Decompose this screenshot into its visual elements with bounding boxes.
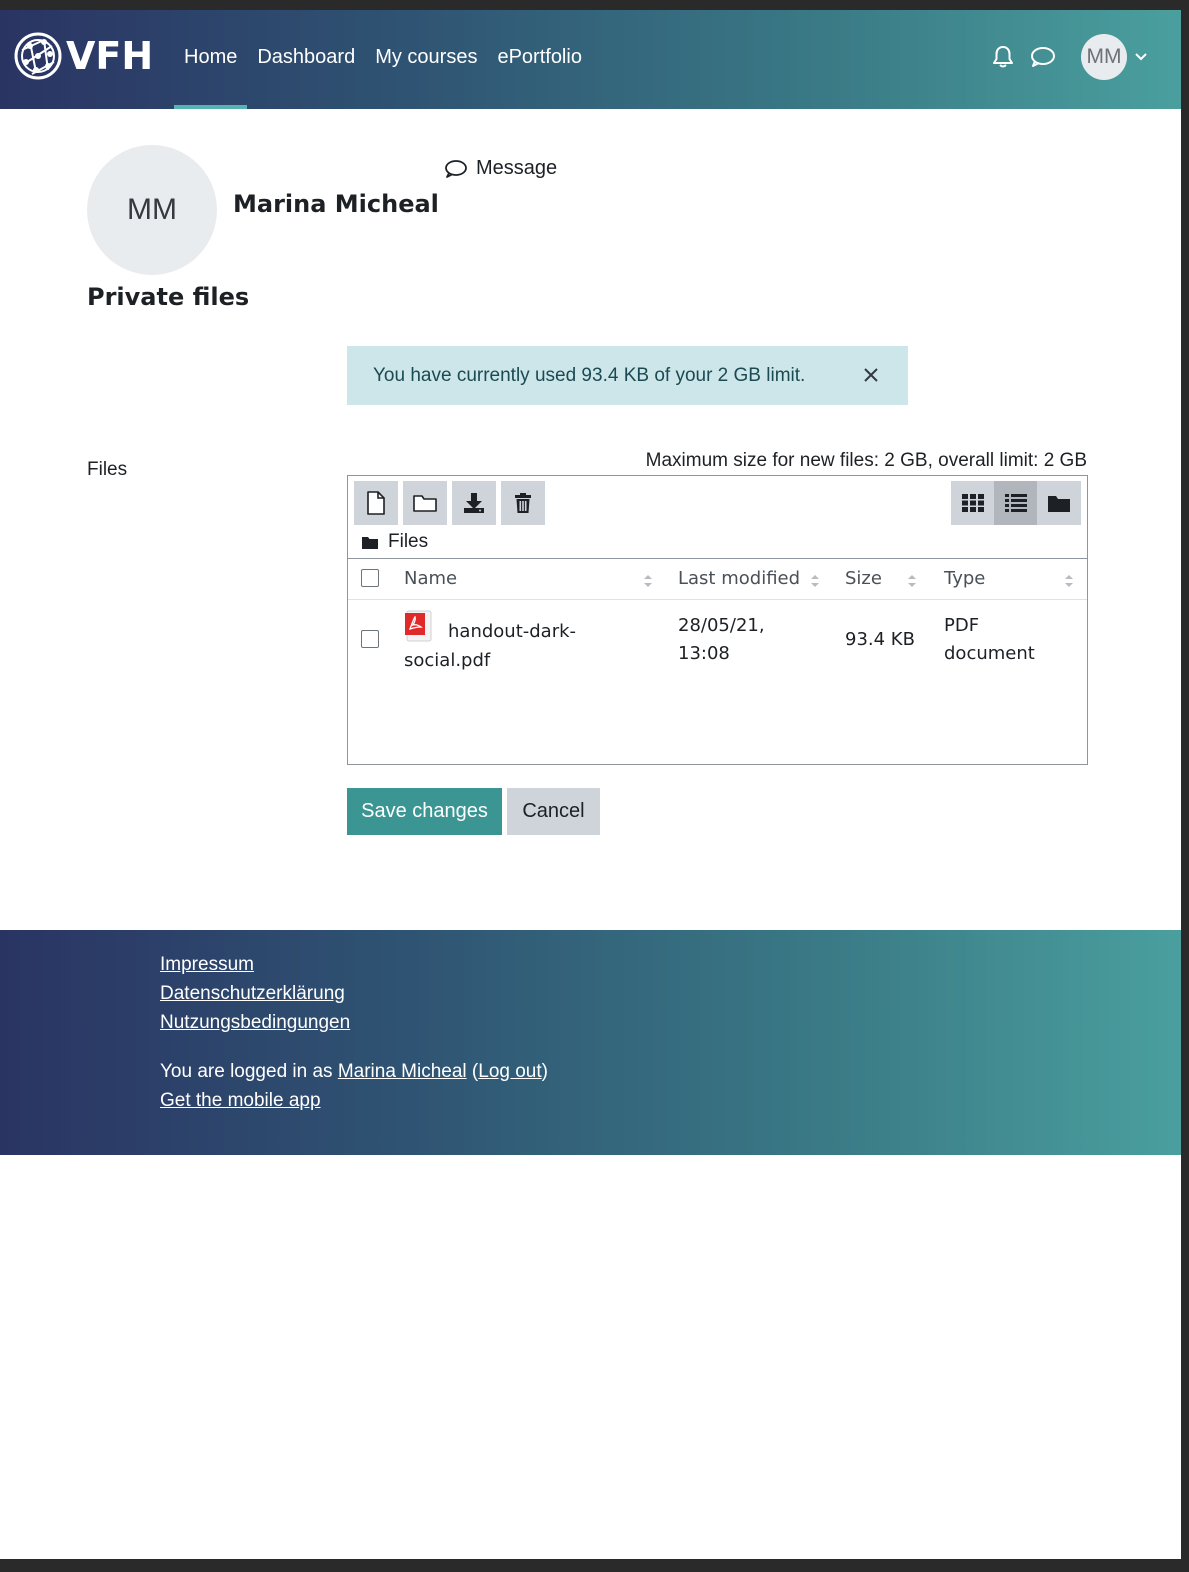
download-icon <box>464 493 484 513</box>
save-changes-button[interactable]: Save changes <box>347 788 502 835</box>
folder-icon <box>362 536 378 549</box>
files-field-label: Files <box>87 459 128 480</box>
footer-link-impressum[interactable]: Impressum <box>160 954 254 976</box>
breadcrumb: Files <box>362 531 428 553</box>
column-last-modified[interactable]: Last modified <box>678 568 800 589</box>
select-all-checkbox[interactable] <box>361 569 379 587</box>
footer-user-link[interactable]: Marina Micheal <box>338 1061 467 1082</box>
bell-icon <box>993 46 1013 68</box>
tree-view-button[interactable] <box>1037 481 1081 525</box>
main-nav: Home Dashboard My courses ePortfolio <box>174 10 592 109</box>
page: VFH Home Dashboard My courses ePortfolio <box>0 10 1181 1559</box>
chat-icon <box>1031 47 1055 67</box>
user-nav: MM <box>983 34 1147 80</box>
download-button[interactable] <box>452 481 496 525</box>
file-name-line1[interactable]: handout-dark- <box>448 621 576 642</box>
sort-icon[interactable] <box>1064 574 1074 588</box>
column-size[interactable]: Size <box>845 568 882 589</box>
delete-button[interactable] <box>501 481 545 525</box>
login-info: You are logged in as Marina Micheal (Log… <box>160 1061 548 1082</box>
user-menu-toggle[interactable] <box>1135 53 1147 61</box>
page-title: Private files <box>87 283 250 311</box>
profile-name: Marina Micheal <box>233 190 439 218</box>
column-name[interactable]: Name <box>404 568 457 589</box>
file-type-line1: PDF <box>944 615 980 636</box>
file-name-line2[interactable]: social.pdf <box>404 650 490 671</box>
list-view-icon <box>1005 494 1027 512</box>
cancel-button[interactable]: Cancel <box>507 788 600 835</box>
table-header: Name Last modified Size Type <box>348 558 1087 600</box>
table-row: handout-dark- social.pdf 28/05/21, 13:08… <box>348 600 1087 690</box>
footer-link-privacy[interactable]: Datenschutzerklärung <box>160 983 345 1005</box>
file-checkbox[interactable] <box>361 630 379 648</box>
sort-icon[interactable] <box>907 574 917 588</box>
folder-icon <box>1048 496 1070 512</box>
max-size-info: Maximum size for new files: 2 GB, overal… <box>645 450 1087 471</box>
mobile-app-link[interactable]: Get the mobile app <box>160 1090 321 1112</box>
folder-outline-icon <box>413 495 437 512</box>
grid-view-icon <box>962 494 984 512</box>
user-avatar[interactable]: MM <box>1081 34 1127 80</box>
grid-view-button[interactable] <box>951 481 995 525</box>
nav-home[interactable]: Home <box>174 10 248 109</box>
list-view-button[interactable] <box>994 481 1038 525</box>
sort-icon[interactable] <box>643 574 653 588</box>
brand-name: VFH <box>66 34 154 78</box>
footer: Impressum Datenschutzerklärung Nutzungsb… <box>0 930 1181 1155</box>
file-size: 93.4 KB <box>845 629 915 650</box>
column-type[interactable]: Type <box>944 568 985 589</box>
file-type-line2: document <box>944 643 1035 664</box>
file-modified-time: 13:08 <box>678 643 730 664</box>
chevron-down-icon <box>1135 53 1147 61</box>
alert-close-button[interactable] <box>860 364 882 386</box>
message-label: Message <box>476 157 558 179</box>
file-modified-date: 28/05/21, <box>678 615 765 636</box>
files-table: Name Last modified Size Type handout-dar… <box>348 558 1087 690</box>
nav-my-courses[interactable]: My courses <box>365 10 487 109</box>
notifications-button[interactable] <box>983 34 1023 80</box>
chat-icon <box>445 159 467 178</box>
sort-icon[interactable] <box>810 574 820 588</box>
close-icon <box>864 368 878 382</box>
file-manager: Files Name Last modified Size Type hando… <box>347 475 1088 765</box>
brand-logo[interactable]: VFH <box>14 32 153 80</box>
messages-button[interactable] <box>1023 34 1063 80</box>
trash-icon <box>515 493 531 513</box>
usage-alert: You have currently used 93.4 KB of your … <box>347 346 908 405</box>
add-file-icon <box>367 491 385 515</box>
create-folder-button[interactable] <box>403 481 447 525</box>
pdf-file-icon <box>405 610 432 642</box>
nav-dashboard[interactable]: Dashboard <box>247 10 365 109</box>
footer-link-terms[interactable]: Nutzungsbedingungen <box>160 1012 350 1034</box>
logout-link[interactable]: Log out <box>478 1061 541 1082</box>
breadcrumb-files[interactable]: Files <box>388 531 428 553</box>
add-file-button[interactable] <box>354 481 398 525</box>
globe-logo-icon <box>14 32 62 80</box>
login-info-prefix: You are logged in as <box>160 1061 338 1082</box>
alert-text: You have currently used 93.4 KB of your … <box>373 364 806 386</box>
nav-eportfolio[interactable]: ePortfolio <box>487 10 592 109</box>
navbar: VFH Home Dashboard My courses ePortfolio <box>0 10 1181 109</box>
message-button[interactable]: Message <box>444 157 557 180</box>
profile-avatar: MM <box>87 145 217 275</box>
